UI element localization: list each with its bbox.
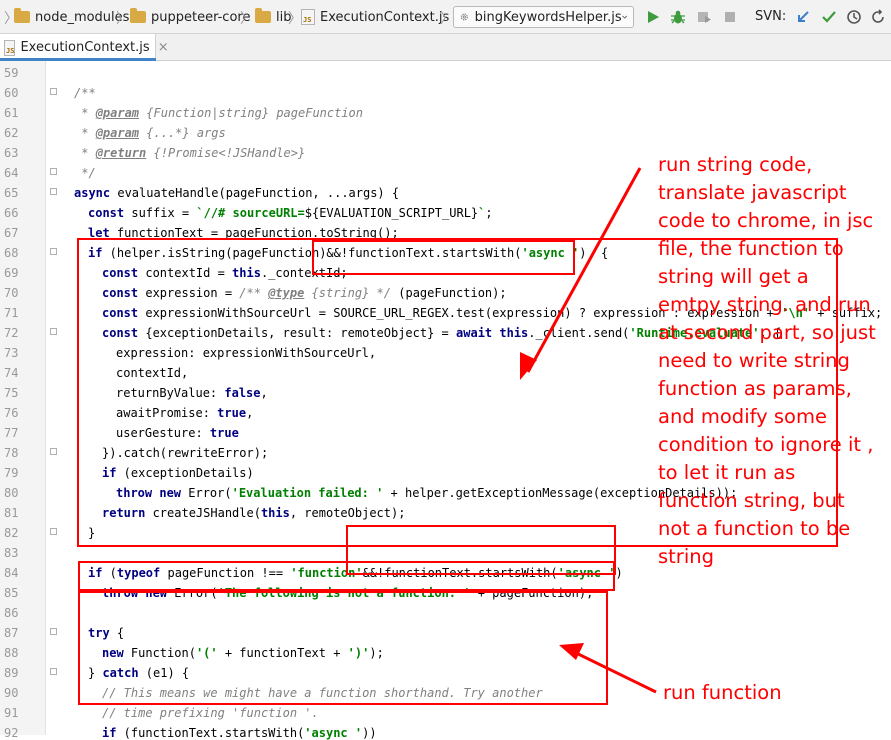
- js-file-icon: JS: [4, 39, 16, 56]
- breadcrumb-item-puppeteer-core[interactable]: puppeteer-core: [130, 8, 250, 26]
- breadcrumb-label: puppeteer-core: [151, 9, 251, 25]
- line-number: 77: [4, 426, 19, 440]
- line-number: 90: [4, 686, 19, 700]
- line-number: 71: [4, 306, 19, 320]
- line-number: 64: [4, 166, 19, 180]
- chevron-right-icon: 〉: [116, 11, 130, 27]
- line-number: 63: [4, 146, 19, 160]
- line-number: 60: [4, 86, 19, 100]
- tab-label: ExecutionContext.js: [20, 40, 150, 55]
- line-number: 78: [4, 446, 19, 460]
- fold-marker[interactable]: [50, 448, 57, 455]
- fold-marker[interactable]: [50, 668, 57, 675]
- line-number: 89: [4, 666, 19, 680]
- code-line: const suffix = `//# sourceURL=${EVALUATI…: [88, 206, 493, 220]
- tab-execution-context[interactable]: JS ExecutionContext.js ×: [0, 34, 169, 61]
- line-number: 80: [4, 486, 19, 500]
- chevron-right-icon: 〉: [288, 11, 302, 27]
- code-line: // time prefixing 'function '.: [102, 706, 319, 720]
- chevron-right-icon: 〉: [240, 11, 254, 27]
- editor-tabs: JS ExecutionContext.js ×: [0, 34, 891, 61]
- svn-commit-icon[interactable]: [821, 9, 837, 25]
- breadcrumb-label: ExecutionContext.js: [320, 9, 450, 25]
- code-line: */: [74, 166, 96, 180]
- revert-icon[interactable]: [870, 9, 886, 25]
- line-number: 81: [4, 506, 19, 520]
- breadcrumb-item-lib[interactable]: lib: [255, 8, 291, 26]
- code-line: /**: [74, 86, 96, 100]
- line-number: 83: [4, 546, 19, 560]
- line-number: 84: [4, 566, 19, 580]
- breadcrumb-item-file[interactable]: JS ExecutionContext.js: [301, 8, 449, 26]
- navigation-bar: 〉 node_modules 〉 puppeteer-core 〉 lib 〉 …: [0, 0, 891, 34]
- code-line: * @return {!Promise<!JSHandle>}: [74, 146, 306, 160]
- code-line: if (functionText.startsWith('async ')): [102, 726, 377, 740]
- line-number: 59: [4, 66, 19, 80]
- folder-icon: [130, 8, 146, 23]
- folder-icon: [14, 8, 30, 23]
- stop-icon[interactable]: [722, 9, 738, 25]
- line-number: 86: [4, 606, 19, 620]
- line-number: 91: [4, 706, 19, 720]
- line-number: 82: [4, 526, 19, 540]
- line-number: 85: [4, 586, 19, 600]
- chevron-down-icon: [621, 15, 627, 19]
- line-number: 69: [4, 266, 19, 280]
- line-number: 75: [4, 386, 19, 400]
- line-number: 68: [4, 246, 19, 260]
- annotation-note-string-code: run string code, translate javascript co…: [658, 153, 876, 568]
- code-line: * @param {...*} args: [74, 126, 226, 140]
- line-number: 61: [4, 106, 19, 120]
- line-number: 73: [4, 346, 19, 360]
- line-number: 70: [4, 286, 19, 300]
- fold-marker[interactable]: [50, 528, 57, 535]
- history-icon[interactable]: [846, 9, 862, 25]
- line-number: 62: [4, 126, 19, 140]
- line-number: 92: [4, 726, 19, 740]
- svn-update-icon[interactable]: [795, 9, 811, 25]
- fold-marker[interactable]: [50, 328, 57, 335]
- js-file-icon: JS: [301, 9, 315, 25]
- line-number: 88: [4, 646, 19, 660]
- line-number: 72: [4, 326, 19, 340]
- svn-label: SVN:: [755, 9, 787, 24]
- fold-marker[interactable]: [50, 248, 57, 255]
- line-number: 66: [4, 206, 19, 220]
- fold-marker[interactable]: [50, 188, 57, 195]
- run-configuration-label: bingKeywordsHelper.js: [474, 9, 622, 25]
- annotation-box-typeof-check: [78, 561, 615, 591]
- fold-marker[interactable]: [50, 628, 57, 635]
- gear-icon: [460, 13, 468, 21]
- code-line: * @param {Function|string} pageFunction: [74, 106, 364, 120]
- fold-marker[interactable]: [50, 88, 57, 95]
- run-icon[interactable]: [645, 9, 661, 25]
- chevron-right-icon: 〉: [440, 11, 454, 27]
- coverage-icon[interactable]: [696, 9, 712, 25]
- line-number: 87: [4, 626, 19, 640]
- line-number: 76: [4, 406, 19, 420]
- breadcrumb-item-node-modules[interactable]: node_modules: [14, 8, 129, 26]
- fold-marker[interactable]: [50, 168, 57, 175]
- close-icon[interactable]: ×: [158, 40, 169, 55]
- code-line: async evaluateHandle(pageFunction, ...ar…: [74, 186, 400, 200]
- line-number: 67: [4, 226, 19, 240]
- line-number: 65: [4, 186, 19, 200]
- line-number: 79: [4, 466, 19, 480]
- debug-icon[interactable]: [670, 9, 686, 25]
- folder-icon: [255, 8, 271, 23]
- line-number: 74: [4, 366, 19, 380]
- annotation-box-function-branch: [78, 591, 608, 705]
- annotation-note-run-function: run function: [663, 681, 782, 704]
- run-configuration-select[interactable]: bingKeywordsHelper.js: [453, 6, 634, 28]
